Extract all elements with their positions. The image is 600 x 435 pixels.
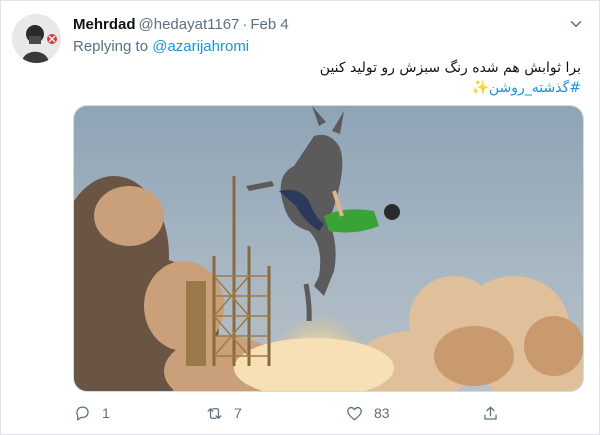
tweet-body: برا ثوابش هم شده رنگ سبزش رو تولید کنین — [319, 60, 581, 76]
author-handle[interactable]: @hedayat1167 — [139, 16, 240, 33]
replying-to-label: Replying to — [73, 38, 149, 55]
reply-icon — [76, 406, 89, 420]
donkey-rocket-launch-image — [74, 106, 583, 391]
tweet-date[interactable]: Feb 4 — [250, 16, 288, 33]
replying-to: Replying to @azarijahromi — [73, 38, 249, 55]
retweet-count: 7 — [234, 405, 242, 421]
reply-button[interactable]: 1 — [73, 401, 110, 425]
author-name[interactable]: Mehrdad — [73, 16, 136, 33]
reply-count: 1 — [102, 405, 110, 421]
hashtag-link[interactable]: #گذشته_روشن — [489, 80, 581, 96]
share-button[interactable] — [481, 401, 500, 425]
tweet-header: Mehrdad @hedayat1167 · Feb 4 — [73, 16, 289, 36]
tweet-text: برا ثوابش هم شده رنگ سبزش رو تولید کنین … — [81, 58, 581, 98]
mention-link[interactable]: @azarijahromi — [152, 38, 249, 55]
like-count: 83 — [374, 405, 390, 421]
separator-dot: · — [242, 16, 248, 33]
share-icon — [484, 406, 497, 420]
heart-icon — [347, 406, 362, 420]
sparkles-icon: ✨ — [471, 80, 489, 96]
retweet-button[interactable]: 7 — [205, 401, 242, 425]
like-button[interactable]: 83 — [345, 401, 390, 425]
retweet-icon — [207, 407, 222, 419]
tweet-card[interactable]: Mehrdad @hedayat1167 · Feb 4 Replying to @a… — [0, 0, 600, 435]
avatar[interactable] — [12, 14, 61, 63]
avatar-image — [12, 14, 61, 63]
chevron-down-icon[interactable] — [567, 15, 585, 33]
tweet-actions: 1 7 83 — [73, 401, 513, 425]
tweet-media[interactable] — [73, 105, 584, 392]
